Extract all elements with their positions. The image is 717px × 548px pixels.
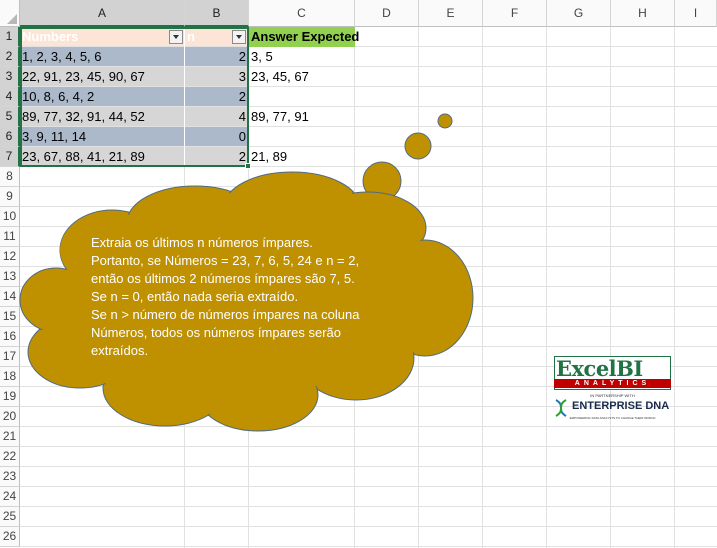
logo-sub: ANALYTICS xyxy=(574,380,651,387)
logo-tagline: EMPOWERING DATA ANALYSTS TO CHANGE THEIR… xyxy=(569,416,656,420)
callout-line: extraídos. xyxy=(91,343,149,358)
logo-partner: ENTERPRISE DNA xyxy=(572,400,670,412)
callout-line: Extraia os últimos n números ímpares. xyxy=(91,235,313,250)
callout-line: Portanto, se Números = 23, 7, 6, 5, 24 e… xyxy=(91,253,360,268)
callout-line: Números, todos os números ímpares serão xyxy=(91,325,341,340)
spreadsheet: A B C D E F G H I 1 2 3 4 5 6 7 8 9 10 1… xyxy=(0,0,717,548)
dna-icon xyxy=(555,399,567,417)
callout-line: então os últimos 2 números ímpares são 7… xyxy=(91,271,355,286)
logo-brand: ExcelBI xyxy=(556,356,643,381)
callout-line: Se n = 0, então nada seria extraído. xyxy=(91,289,299,304)
excelbi-logo: ExcelBI ANALYTICS IN PARTNERSHIP WITH EN… xyxy=(552,356,672,426)
callout-line: Se n > número de números ímpares na colu… xyxy=(91,307,360,322)
callout-text: Extraia os últimos n números ímpares. Po… xyxy=(91,234,391,360)
